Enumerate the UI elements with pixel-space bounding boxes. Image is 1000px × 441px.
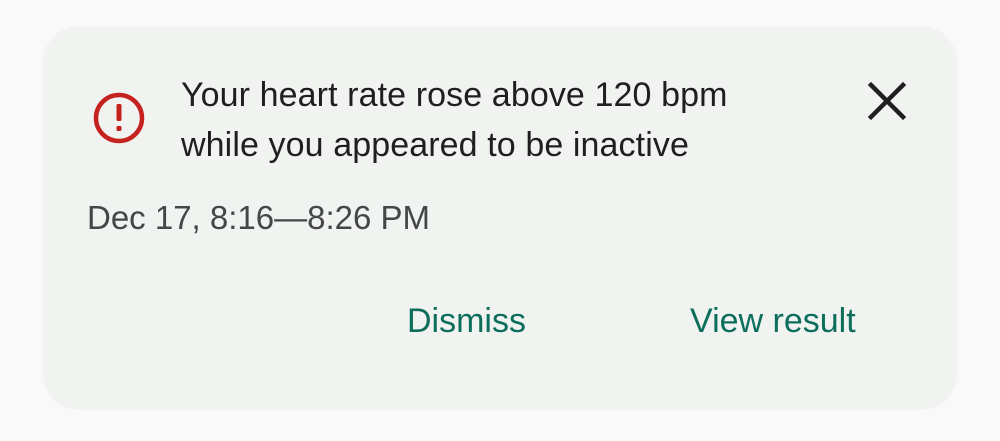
dismiss-button[interactable]: Dismiss [407, 294, 526, 348]
view-result-button[interactable]: View result [690, 294, 856, 348]
notification-timestamp: Dec 17, 8:16—8:26 PM [87, 199, 431, 236]
notification-title-line-1: Your heart rate rose above 120 bpm [181, 76, 728, 114]
close-icon [867, 81, 907, 121]
heart-rate-notification-card: Your heart rate rose above 120 bpm while… [43, 26, 957, 410]
notification-title-line-2: while you appeared to be inactive [181, 126, 689, 164]
close-button[interactable] [855, 74, 919, 128]
notification-title: Your heart rate rose above 120 bpm while… [181, 70, 841, 170]
error-alert-icon [91, 90, 147, 146]
